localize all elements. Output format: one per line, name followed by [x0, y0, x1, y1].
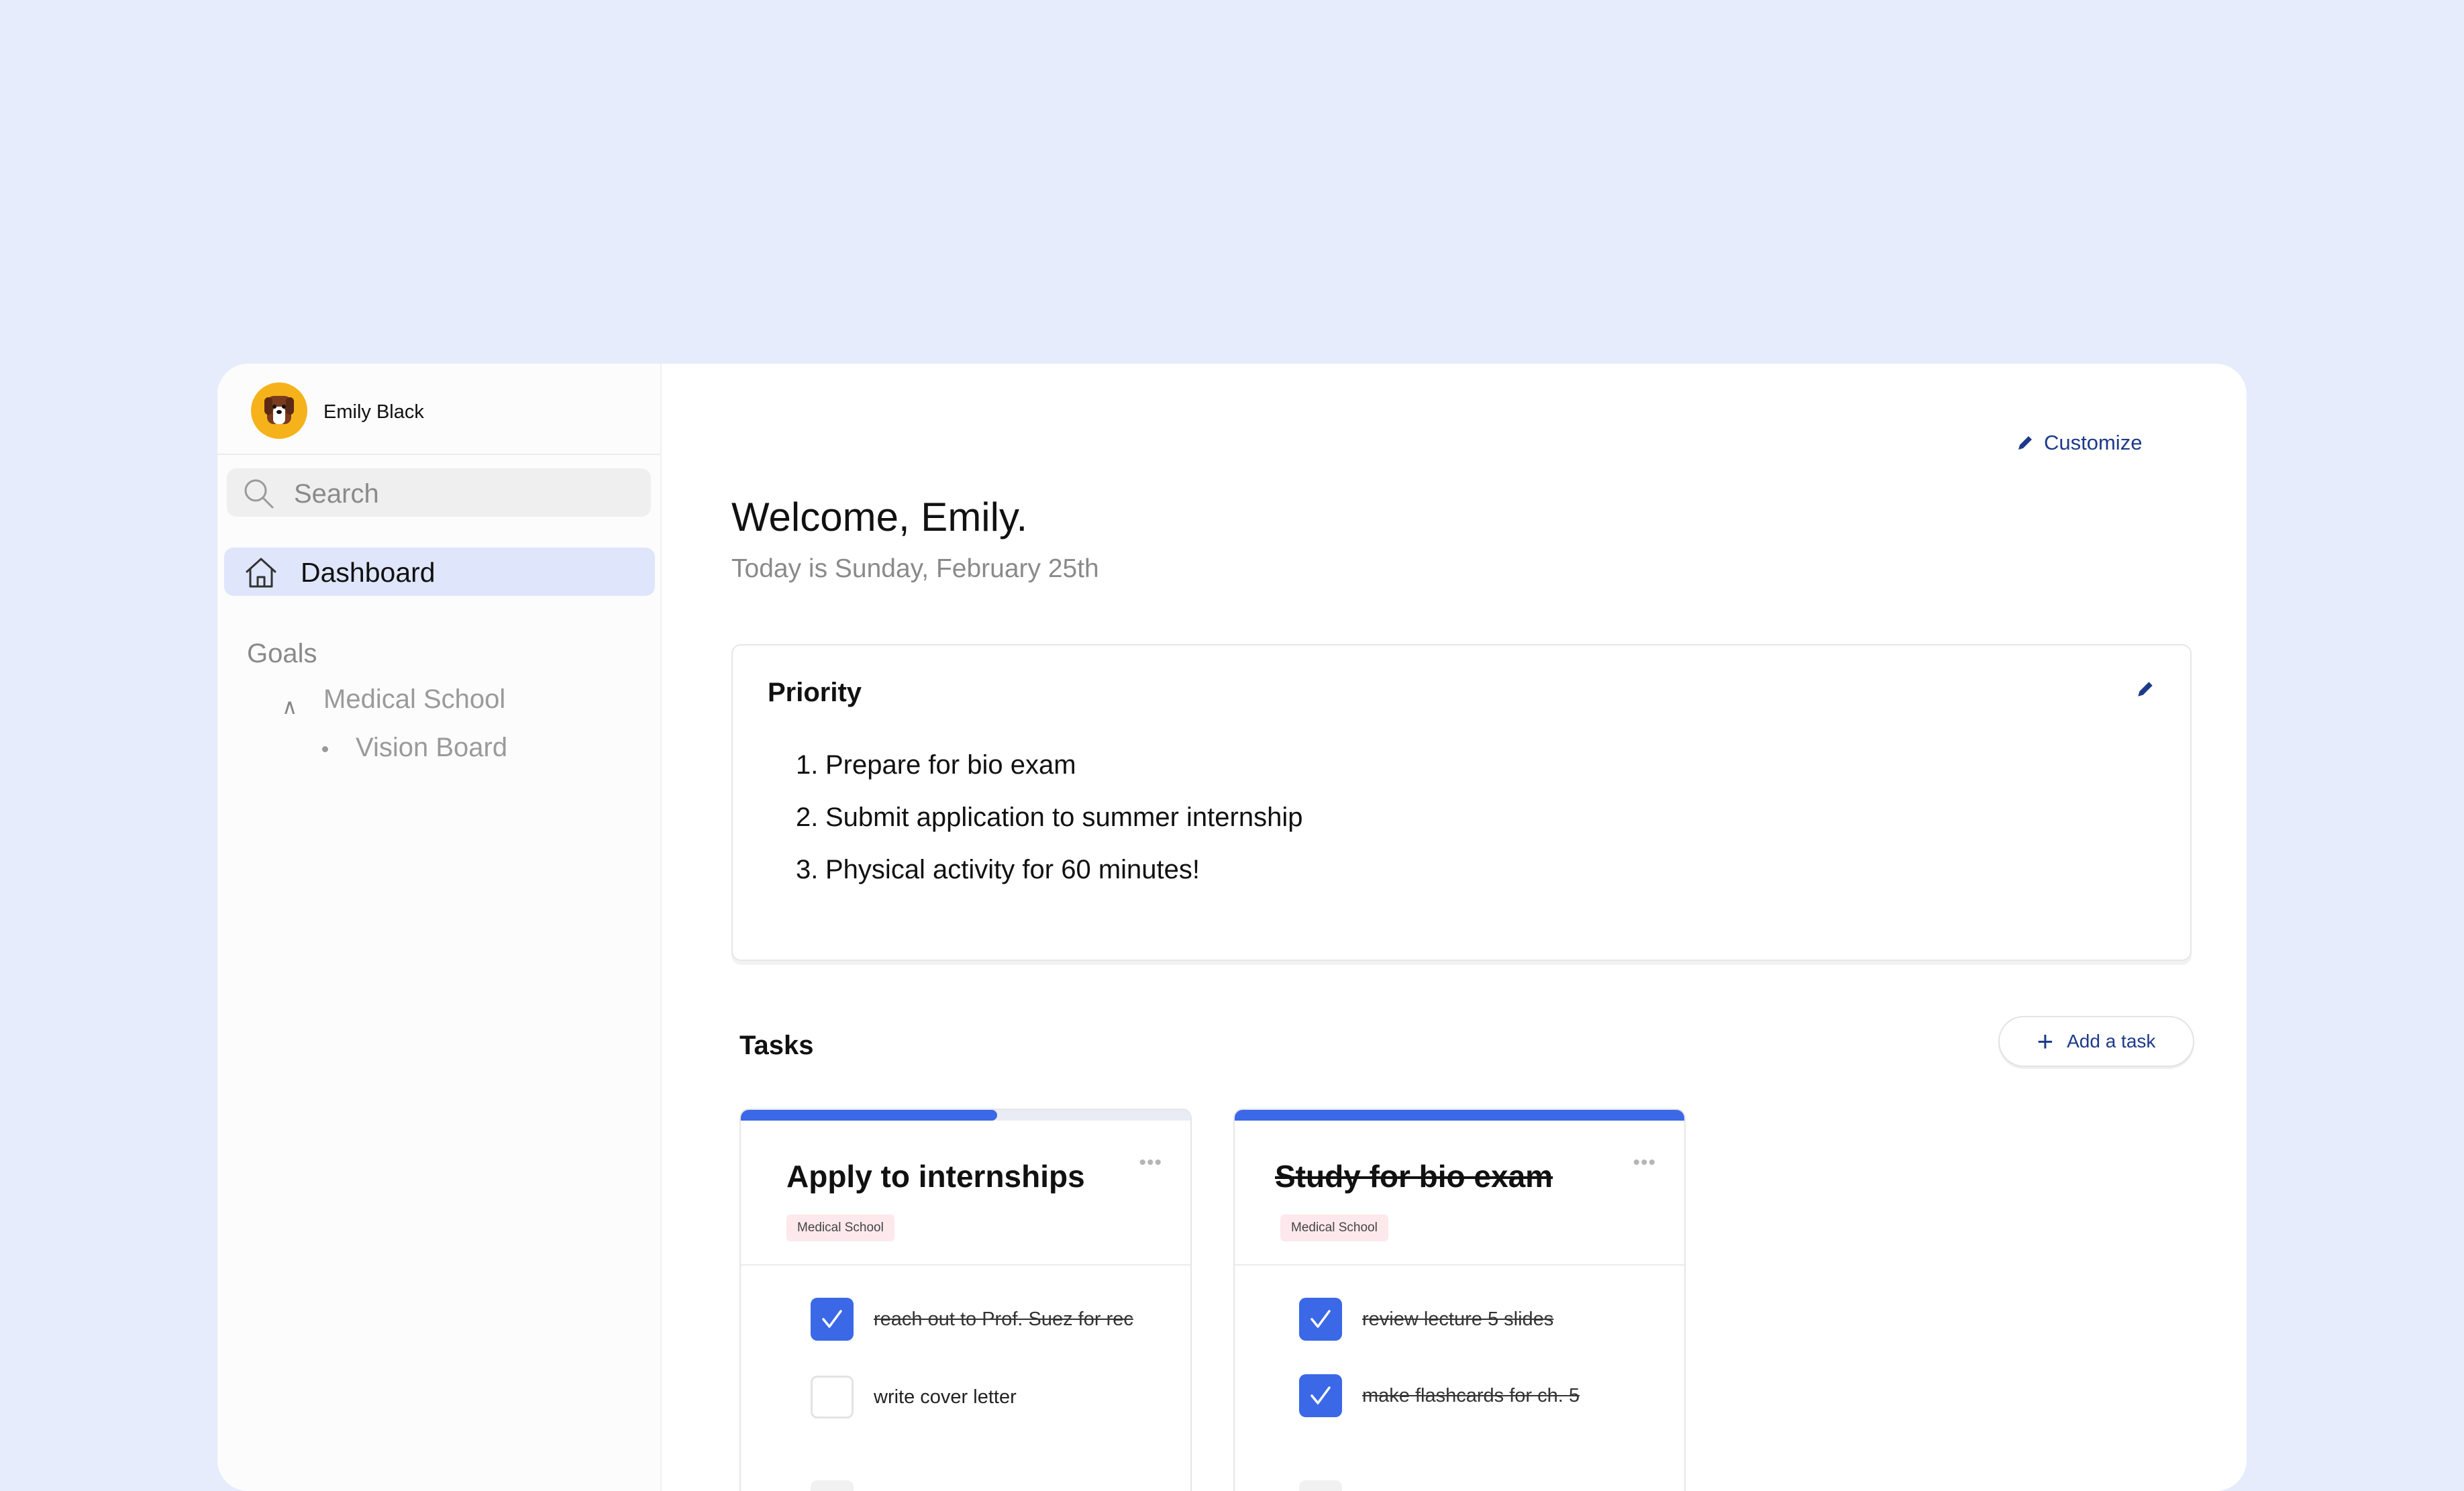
home-icon: [246, 558, 276, 588]
pencil-icon: [2018, 436, 2032, 450]
add-task-label: Add a task: [2067, 1031, 2156, 1051]
subtask-label: review lecture 5 slides: [1362, 1308, 1554, 1330]
priority-card: Priority 1. Prepare for bio exam 2. Submit…: [731, 644, 2192, 961]
progress-fill: [1235, 1110, 1684, 1121]
subtask-item: review lecture 5 slides: [1299, 1298, 1553, 1341]
search-placeholder: Search: [294, 479, 379, 509]
progress-bar: [1235, 1110, 1684, 1121]
add-subtask-icon[interactable]: +: [1299, 1480, 1342, 1491]
progress-fill: [741, 1110, 997, 1121]
divider: [741, 1264, 1190, 1266]
tasks-heading: Tasks: [739, 1031, 814, 1060]
page-title: Welcome, Emily.: [731, 495, 1028, 539]
goal-tag: Medical School: [786, 1215, 894, 1241]
more-icon[interactable]: •••: [1139, 1151, 1162, 1174]
sidebar-item-vision-board[interactable]: Vision Board: [356, 733, 507, 763]
pencil-icon[interactable]: [2135, 679, 2155, 699]
sidebar: Emily Black Search Dashboard Goals ∧ Med…: [217, 364, 662, 1491]
subtask-item: write cover letter: [811, 1376, 1017, 1419]
checkmark-icon: [1311, 1386, 1331, 1404]
subtask-label: write cover letter: [874, 1386, 1017, 1408]
more-icon[interactable]: •••: [1633, 1151, 1656, 1174]
priority-item: 1. Prepare for bio exam: [796, 750, 1076, 780]
task-title: Apply to internships: [786, 1159, 1085, 1194]
sidebar-item-label: Dashboard: [301, 557, 435, 588]
subtask-item: make flashcards for ch. 5: [1299, 1374, 1580, 1417]
search-icon: [244, 479, 274, 509]
subtask-item: reach out to Prof. Suez for rec: [811, 1298, 1133, 1341]
sidebar-item-medical-school[interactable]: Medical School: [323, 684, 505, 715]
priority-title: Priority: [768, 678, 862, 707]
checkbox-checked[interactable]: [1299, 1374, 1342, 1417]
subtask-label: reach out to Prof. Suez for rec: [874, 1308, 1133, 1330]
bullet-icon: [322, 746, 328, 752]
customize-label: Customize: [2044, 431, 2143, 454]
priority-item: 2. Submit application to summer internshi…: [796, 803, 1303, 832]
app-window: Emily Black Search Dashboard Goals ∧ Med…: [217, 364, 2247, 1491]
divider: [1235, 1264, 1684, 1266]
date-subtitle: Today is Sunday, February 25th: [731, 554, 1099, 583]
add-subtask-icon[interactable]: +: [811, 1480, 854, 1491]
subtask-label: make flashcards for ch. 5: [1362, 1384, 1580, 1406]
user-name: Emily Black: [323, 401, 424, 423]
sidebar-item-dashboard[interactable]: Dashboard: [224, 548, 655, 596]
progress-bar: [741, 1110, 1190, 1121]
checkmark-icon: [822, 1310, 842, 1328]
goals-heading: Goals: [247, 639, 317, 668]
task-title: Study for bio exam: [1275, 1159, 1553, 1194]
plus-icon: +: [2037, 1025, 2054, 1057]
customize-button[interactable]: Customize: [2016, 428, 2142, 458]
task-card[interactable]: ••• Apply to internships Medical School …: [739, 1109, 1192, 1491]
checkbox-checked[interactable]: [811, 1298, 854, 1341]
search-input[interactable]: Search: [227, 468, 651, 517]
priority-list: 1. Prepare for bio exam 2. Submit applicat…: [796, 750, 1302, 907]
avatar[interactable]: [251, 382, 307, 439]
priority-item: 3. Physical activity for 60 minutes!: [796, 855, 1200, 884]
add-task-button[interactable]: + Add a task: [1998, 1016, 2194, 1067]
goal-tag: Medical School: [1280, 1215, 1388, 1241]
chevron-up-icon[interactable]: ∧: [282, 694, 297, 719]
task-card[interactable]: ••• Study for bio exam Medical School re…: [1233, 1109, 1686, 1491]
checkmark-icon: [1311, 1310, 1331, 1328]
checkbox-unchecked[interactable]: [811, 1376, 854, 1419]
avatar-dog-icon: [264, 396, 294, 424]
checkbox-checked[interactable]: [1299, 1298, 1342, 1341]
profile-header[interactable]: Emily Black: [217, 364, 660, 455]
